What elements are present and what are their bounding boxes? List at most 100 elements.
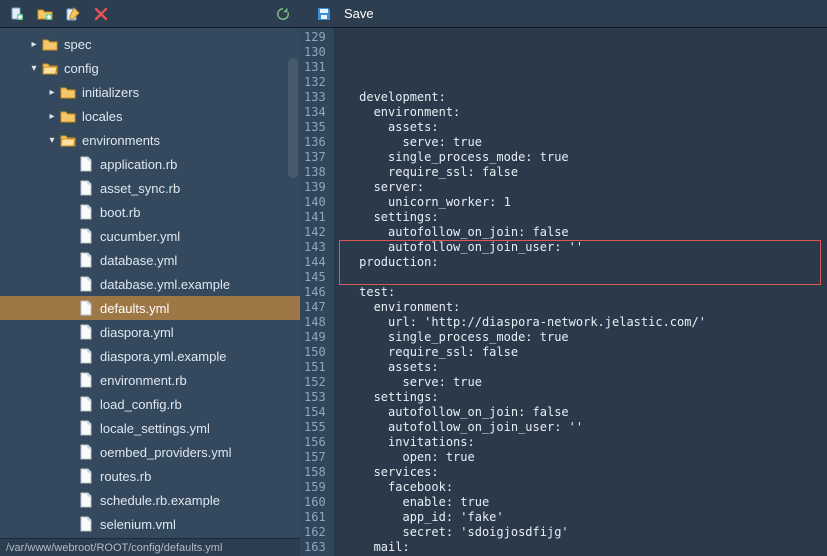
code-line[interactable]: settings: xyxy=(345,210,827,225)
tree-item-label: initializers xyxy=(82,85,139,100)
tree-folder[interactable]: ▾environments xyxy=(0,128,300,152)
tree-file[interactable]: ▸oembed_providers.yml xyxy=(0,440,300,464)
code-line[interactable]: facebook: xyxy=(345,480,827,495)
code-line[interactable]: environment: xyxy=(345,105,827,120)
code-editor[interactable]: 1291301311321331341351361371381391401411… xyxy=(300,28,827,556)
tree-folder[interactable]: ▸ initializers xyxy=(0,80,300,104)
tree-file[interactable]: ▸database.yml.example xyxy=(0,272,300,296)
code-content[interactable]: development: environment: assets: serve:… xyxy=(335,28,827,556)
code-line[interactable]: services: xyxy=(345,465,827,480)
file-tree[interactable]: ▸spec▾config▸initializers▸locales▾enviro… xyxy=(0,28,300,538)
tree-file[interactable]: ▸schedule.rb.example xyxy=(0,488,300,512)
code-line[interactable] xyxy=(345,75,827,90)
line-number: 158 xyxy=(304,465,326,480)
tree-item-label: environment.rb xyxy=(100,373,187,388)
code-line[interactable]: settings: xyxy=(345,390,827,405)
code-line[interactable]: test: xyxy=(345,285,827,300)
tree-file[interactable]: ▸load_config.rb xyxy=(0,392,300,416)
chevron-down-icon[interactable]: ▾ xyxy=(46,135,58,146)
code-line[interactable]: assets: xyxy=(345,120,827,135)
line-number: 132 xyxy=(304,75,326,90)
tree-file[interactable]: ▸selenium.vml xyxy=(0,512,300,536)
code-line[interactable]: autofollow_on_join_user: '' xyxy=(345,420,827,435)
main-area: ▸spec▾config▸initializers▸locales▾enviro… xyxy=(0,28,827,556)
code-line[interactable]: single_process_mode: true xyxy=(345,330,827,345)
line-number: 142 xyxy=(304,225,326,240)
tree-item-label: locale_settings.yml xyxy=(100,421,210,436)
line-number: 140 xyxy=(304,195,326,210)
tree-file[interactable]: ▸cucumber.yml xyxy=(0,224,300,248)
file-icon xyxy=(78,324,94,340)
code-line[interactable]: single_process_mode: true xyxy=(345,150,827,165)
chevron-right-icon[interactable]: ▸ xyxy=(46,111,58,122)
file-icon xyxy=(78,420,94,436)
delete-button[interactable] xyxy=(90,3,112,25)
code-line[interactable]: development: xyxy=(345,90,827,105)
line-number: 144 xyxy=(304,255,326,270)
code-line[interactable]: mail: xyxy=(345,540,827,555)
code-line[interactable]: url: 'http://diaspora-network.jelastic.c… xyxy=(345,315,827,330)
line-number: 131 xyxy=(304,60,326,75)
new-folder-button[interactable] xyxy=(34,3,56,25)
code-line[interactable]: secret: 'sdoigjosdfijg' xyxy=(345,525,827,540)
code-line[interactable]: autofollow_on_join: false xyxy=(345,225,827,240)
tree-file[interactable]: ▸defaults.yml xyxy=(0,296,300,320)
code-line[interactable]: enable: true xyxy=(345,495,827,510)
code-line[interactable]: autofollow_on_join: false xyxy=(345,405,827,420)
tree-item-label: locales xyxy=(82,109,122,124)
sidebar-scrollbar[interactable] xyxy=(288,58,298,178)
code-line[interactable]: open: true xyxy=(345,450,827,465)
code-line[interactable]: app_id: 'fake' xyxy=(345,510,827,525)
chevron-right-icon[interactable]: ▸ xyxy=(28,39,40,50)
code-line[interactable]: unicorn_worker: 1 xyxy=(345,195,827,210)
line-number: 157 xyxy=(304,450,326,465)
chevron-right-icon[interactable]: ▸ xyxy=(46,87,58,98)
tree-file[interactable]: ▸boot.rb xyxy=(0,200,300,224)
code-line[interactable]: assets: xyxy=(345,360,827,375)
file-icon xyxy=(78,228,94,244)
line-number: 134 xyxy=(304,105,326,120)
line-number: 160 xyxy=(304,495,326,510)
line-number: 151 xyxy=(304,360,326,375)
tree-file[interactable]: ▸application.rb xyxy=(0,152,300,176)
line-number: 135 xyxy=(304,120,326,135)
file-icon xyxy=(78,252,94,268)
code-line[interactable]: autofollow_on_join_user: '' xyxy=(345,240,827,255)
new-file-button[interactable] xyxy=(6,3,28,25)
code-line[interactable]: invitations: xyxy=(345,435,827,450)
tree-item-label: oembed_providers.yml xyxy=(100,445,232,460)
tree-file[interactable]: ▸diaspora.yml.example xyxy=(0,344,300,368)
tree-file[interactable]: ▸diaspora.yml xyxy=(0,320,300,344)
file-icon xyxy=(78,156,94,172)
code-line[interactable]: production: xyxy=(345,255,827,270)
file-icon xyxy=(78,396,94,412)
tree-file[interactable]: ▸database.yml xyxy=(0,248,300,272)
tree-file[interactable]: ▸locale_settings.yml xyxy=(0,416,300,440)
folder-icon xyxy=(42,60,58,76)
file-icon xyxy=(78,372,94,388)
save-button[interactable]: Save xyxy=(306,4,382,24)
tree-file[interactable]: ▸environment.rb xyxy=(0,368,300,392)
tree-file[interactable]: ▸routes.rb xyxy=(0,464,300,488)
code-line[interactable]: server: xyxy=(345,180,827,195)
code-line[interactable]: require_ssl: false xyxy=(345,165,827,180)
code-line[interactable]: serve: true xyxy=(345,375,827,390)
code-line[interactable]: serve: true xyxy=(345,135,827,150)
file-icon xyxy=(78,276,94,292)
code-line[interactable]: environment: xyxy=(345,300,827,315)
code-line[interactable]: require_ssl: false xyxy=(345,345,827,360)
line-number: 143 xyxy=(304,240,326,255)
tree-folder[interactable]: ▸spec xyxy=(0,32,300,56)
line-number: 147 xyxy=(304,300,326,315)
chevron-down-icon[interactable]: ▾ xyxy=(28,63,40,74)
code-line[interactable] xyxy=(345,270,827,285)
tree-file[interactable]: ▸asset_sync.rb xyxy=(0,176,300,200)
line-number: 148 xyxy=(304,315,326,330)
line-number: 156 xyxy=(304,435,326,450)
tree-folder[interactable]: ▾config xyxy=(0,56,300,80)
tree-item-label: defaults.yml xyxy=(100,301,169,316)
save-icon xyxy=(316,6,332,22)
refresh-button[interactable] xyxy=(272,3,294,25)
rename-button[interactable] xyxy=(62,3,84,25)
tree-folder[interactable]: ▸ locales xyxy=(0,104,300,128)
